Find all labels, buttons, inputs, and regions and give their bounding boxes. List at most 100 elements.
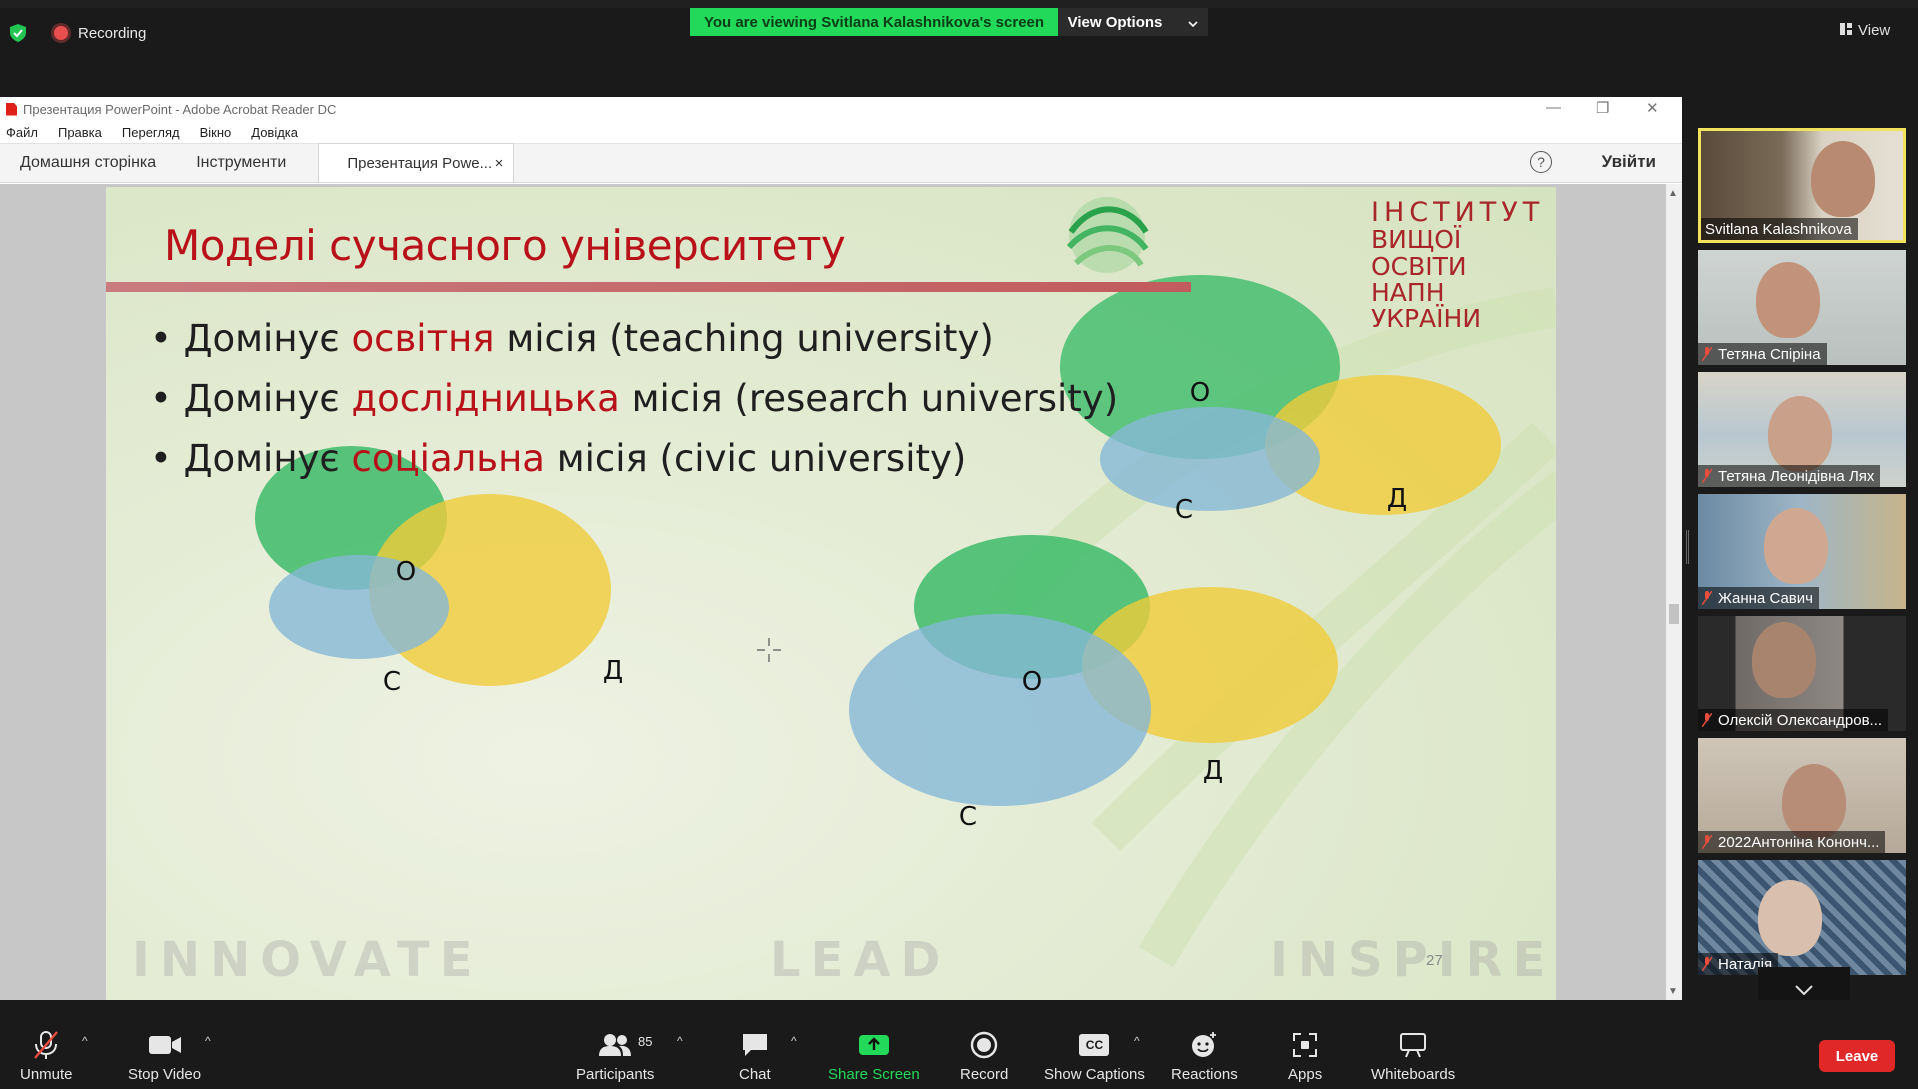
video-tile-1[interactable]: Svitlana Kalashnikova xyxy=(1698,128,1906,243)
acrobat-title-bar: Презентация PowerPoint - Adobe Acrobat R… xyxy=(0,97,1682,121)
bullet-2: • Домінує дослідницька місія (research u… xyxy=(150,377,1118,420)
recording-indicator[interactable]: Recording xyxy=(10,24,146,42)
vertical-scrollbar[interactable]: ▲ ▼ xyxy=(1666,184,1682,1001)
participants-options-caret-icon[interactable]: ^ xyxy=(677,1034,683,1048)
record-button[interactable]: Record xyxy=(960,1030,1008,1083)
participants-icon xyxy=(599,1030,632,1060)
bullet-mark: • xyxy=(150,317,172,360)
view-button[interactable]: View xyxy=(1840,22,1890,39)
close-tab-icon[interactable]: × xyxy=(495,155,504,172)
participant-name: Олексій Олександров... xyxy=(1718,711,1883,729)
login-button[interactable]: Увійти xyxy=(1602,152,1656,172)
video-camera-icon xyxy=(148,1030,181,1060)
whiteboards-button[interactable]: Whiteboards xyxy=(1371,1030,1455,1083)
venn3-label-c: С xyxy=(959,802,977,832)
help-icon[interactable]: ? xyxy=(1530,151,1552,173)
chevron-down-icon xyxy=(1188,14,1198,31)
bullet-3-highlight: соціальна xyxy=(351,437,545,480)
chat-options-caret-icon[interactable]: ^ xyxy=(791,1034,797,1048)
stop-video-button[interactable]: Stop Video xyxy=(128,1030,201,1083)
video-tile-2[interactable]: Тетяна Спіріна xyxy=(1698,250,1906,365)
video-options-caret-icon[interactable]: ^ xyxy=(205,1034,211,1048)
video-tile-7[interactable]: Наталія xyxy=(1698,860,1906,975)
bullet-1-pre: Домінує xyxy=(183,317,352,360)
participant-label: Тетяна Леонідівна Лях xyxy=(1698,465,1881,487)
participant-label: Жанна Савич xyxy=(1698,587,1819,609)
participant-face xyxy=(1811,141,1875,217)
participant-label: Тетяна Спіріна xyxy=(1698,343,1827,365)
muted-mic-icon xyxy=(1702,347,1714,361)
menu-view[interactable]: Перегляд xyxy=(122,125,180,140)
menu-edit[interactable]: Правка xyxy=(58,125,102,140)
menu-window[interactable]: Вікно xyxy=(200,125,232,140)
participants-count: 85 xyxy=(638,1034,653,1049)
logo-line-2: ВИЩОЇ ОСВІТИ xyxy=(1371,225,1467,281)
bullet-3-pre: Домінує xyxy=(183,437,352,480)
record-icon xyxy=(970,1030,998,1060)
leave-button[interactable]: Leave xyxy=(1819,1040,1895,1072)
viewing-screen-banner: You are viewing Svitlana Kalashnikova's … xyxy=(690,8,1058,36)
participant-label: 2022Антоніна Кононч... xyxy=(1698,831,1886,853)
grid-view-icon xyxy=(1840,22,1852,39)
venn3-label-o: О xyxy=(1022,667,1042,697)
video-tile-3[interactable]: Тетяна Леонідівна Лях xyxy=(1698,372,1906,487)
audio-options-caret-icon[interactable]: ^ xyxy=(82,1034,88,1048)
restore-icon[interactable]: ❐ xyxy=(1596,99,1609,117)
participant-face xyxy=(1764,508,1828,584)
venn3-label-d: Д xyxy=(1203,756,1223,786)
venn2-label-d: Д xyxy=(1387,484,1407,514)
video-tile-4[interactable]: Жанна Савич xyxy=(1698,494,1906,609)
slide-graphics: О Д С О Д С О Д С xyxy=(255,197,1556,968)
tab-home[interactable]: Домашня сторінка xyxy=(0,143,176,182)
bullet-2-pre: Домінує xyxy=(183,377,352,420)
apps-button[interactable]: Apps xyxy=(1288,1030,1322,1083)
bullet-1: • Домінує освітня місія (teaching univer… xyxy=(150,317,994,360)
share-screen-button[interactable]: Share Screen xyxy=(828,1030,920,1083)
bullet-2-highlight: дослідницька xyxy=(351,377,620,420)
logo-line-3: НАПН УКРАЇНИ xyxy=(1371,277,1482,334)
panel-splitter-handle[interactable] xyxy=(1686,530,1689,564)
video-tile-5[interactable]: Олексій Олександров... xyxy=(1698,616,1906,731)
bullet-mark: • xyxy=(150,377,172,420)
pdf-icon xyxy=(6,102,17,116)
venn-diagram-1 xyxy=(255,446,611,686)
show-captions-button[interactable]: CC Show Captions xyxy=(1044,1030,1145,1083)
venn2-label-c: С xyxy=(1175,495,1193,525)
venn1-label-d: Д xyxy=(603,656,623,686)
unmute-label: Unmute xyxy=(20,1066,73,1083)
logo-line-1: ІНСТИТУТ xyxy=(1371,197,1545,228)
view-options-label: View Options xyxy=(1067,13,1163,31)
participant-label: Олексій Олександров... xyxy=(1698,709,1889,731)
scroll-up-icon[interactable]: ▲ xyxy=(1668,188,1678,199)
tab-document-label: Презентация Powe... xyxy=(347,154,493,172)
tab-document[interactable]: Презентация Powe... × xyxy=(318,143,515,182)
captions-options-caret-icon[interactable]: ^ xyxy=(1134,1034,1140,1048)
unmute-button[interactable]: Unmute xyxy=(20,1030,73,1083)
menu-file[interactable]: Файл xyxy=(6,125,38,140)
chat-button[interactable]: Chat xyxy=(739,1030,771,1083)
recording-label: Recording xyxy=(78,24,147,42)
scroll-down-icon[interactable]: ▼ xyxy=(1668,986,1678,997)
minimize-icon[interactable]: — xyxy=(1546,99,1561,116)
close-window-icon[interactable]: ✕ xyxy=(1646,99,1659,117)
muted-mic-icon xyxy=(1702,469,1714,483)
stop-video-label: Stop Video xyxy=(128,1066,202,1083)
footer-word-innovate: INNOVATE xyxy=(132,932,483,988)
shield-check-icon[interactable] xyxy=(10,24,26,42)
view-options-button[interactable]: View Options xyxy=(1058,8,1208,36)
participant-label: Svitlana Kalashnikova xyxy=(1701,218,1858,240)
show-captions-label: Show Captions xyxy=(1044,1066,1145,1083)
participant-face xyxy=(1752,622,1816,698)
menu-help[interactable]: Довідка xyxy=(251,125,298,140)
meeting-toolbar: Unmute ^ Stop Video ^ Participants 85 ^ … xyxy=(0,1000,1918,1089)
share-screen-label: Share Screen xyxy=(828,1066,920,1083)
bullet-3-post: місія (civic university) xyxy=(544,437,967,480)
footer-word-inspire: INSPIRE xyxy=(1270,932,1556,988)
reactions-button[interactable]: Reactions xyxy=(1171,1030,1238,1083)
bullet-1-post: місія (teaching university) xyxy=(494,317,994,360)
chat-label: Chat xyxy=(739,1066,771,1083)
scrollbar-thumb[interactable] xyxy=(1669,604,1679,624)
tab-tools[interactable]: Інструменти xyxy=(176,143,306,182)
video-tile-6[interactable]: 2022Антоніна Кононч... xyxy=(1698,738,1906,853)
acrobat-menu-bar: Файл Правка Перегляд Вікно Довідка xyxy=(0,121,1682,143)
